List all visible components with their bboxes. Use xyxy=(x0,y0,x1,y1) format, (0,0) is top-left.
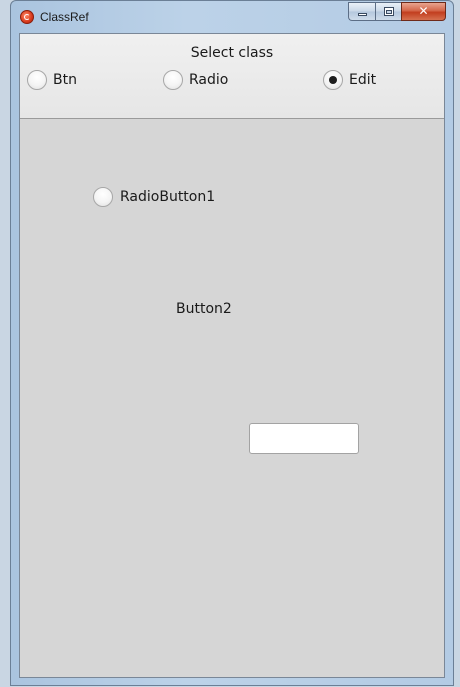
radio-circle-checked[interactable] xyxy=(323,70,343,90)
radio-label-btn: Btn xyxy=(53,72,77,88)
radio-option-radio[interactable]: Radio xyxy=(163,70,228,90)
radio-option-edit[interactable]: Edit xyxy=(323,70,376,90)
radio-circle[interactable] xyxy=(93,187,113,207)
minimize-button[interactable] xyxy=(348,2,375,21)
window-frame: ClassRef ✕ Select class Btn Radio Edit R… xyxy=(10,0,454,686)
edit-field[interactable] xyxy=(249,423,359,454)
maximize-button[interactable] xyxy=(375,2,401,21)
app-icon[interactable] xyxy=(20,10,34,24)
radio-circle[interactable] xyxy=(27,70,47,90)
button2[interactable]: Button2 xyxy=(176,301,232,317)
title-bar[interactable]: ClassRef ✕ xyxy=(11,1,453,33)
close-icon: ✕ xyxy=(418,4,429,18)
radio-label-radio: Radio xyxy=(189,72,229,88)
close-button[interactable]: ✕ xyxy=(401,2,446,21)
radiobutton1-label: RadioButton1 xyxy=(120,189,216,205)
select-class-label: Select class xyxy=(190,45,274,61)
client-area: Select class Btn Radio Edit RadioButton1… xyxy=(19,33,445,678)
class-selector-panel: Select class Btn Radio Edit xyxy=(20,34,444,119)
minimize-icon xyxy=(358,13,367,16)
radio-label-edit: Edit xyxy=(349,72,377,88)
radio-circle[interactable] xyxy=(163,70,183,90)
window-title: ClassRef xyxy=(40,10,89,24)
radio-option-btn[interactable]: Btn xyxy=(27,70,77,90)
caption-buttons: ✕ xyxy=(348,2,446,21)
radiobutton1[interactable]: RadioButton1 xyxy=(93,187,215,207)
maximize-icon xyxy=(384,7,394,16)
